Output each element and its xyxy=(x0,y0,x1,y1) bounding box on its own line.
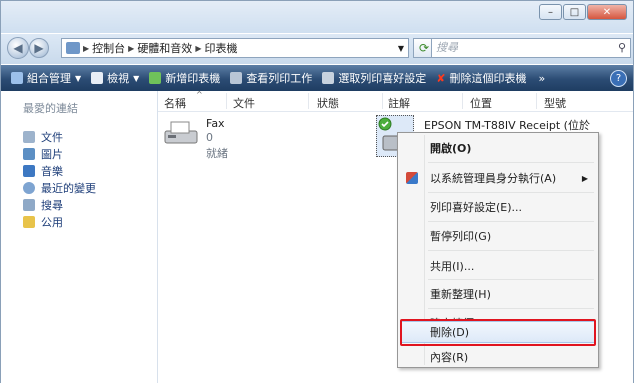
column-location[interactable]: 位置 xyxy=(470,95,492,111)
caption-buttons: – □ ✕ xyxy=(538,4,627,20)
refresh-icon: ⟳ xyxy=(418,41,430,55)
views-icon xyxy=(91,72,104,84)
nav-label: 圖片 xyxy=(41,148,63,161)
documents-icon xyxy=(23,131,35,143)
menu-label: 開啟(O) xyxy=(430,142,472,155)
nav-label: 公用 xyxy=(41,216,63,229)
views-label: 檢視 xyxy=(107,72,130,85)
nav-item-documents[interactable]: 文件 xyxy=(23,129,63,145)
more-commands-button[interactable]: » xyxy=(539,72,546,85)
recent-changes-icon xyxy=(23,182,35,194)
uac-shield-icon xyxy=(406,172,418,184)
fax-status: 就緒 xyxy=(206,147,228,160)
address-dropdown-icon[interactable]: ▼ xyxy=(398,44,404,53)
menu-label: 重新整理(H) xyxy=(430,288,491,301)
nav-item-recent[interactable]: 最近的變更 xyxy=(23,180,96,196)
maximize-button[interactable]: □ xyxy=(563,4,586,20)
navigation-pane: 最愛的連結 文件 圖片 音樂 最近的變更 搜尋 公用 xyxy=(1,91,158,383)
delete-printer-button[interactable]: ✘ 刪除這個印表機 xyxy=(436,70,526,86)
address-bar[interactable]: ▶ 控制台 ▶ 硬體和音效 ▶ 印表機 ▼ xyxy=(61,38,409,58)
submenu-arrow-icon: ▶ xyxy=(581,173,588,183)
nav-item-public[interactable]: 公用 xyxy=(23,214,63,230)
fax-name: Fax xyxy=(206,117,225,130)
add-printer-button[interactable]: 新增印表機 xyxy=(149,70,220,86)
delete-printer-label: 刪除這個印表機 xyxy=(449,72,527,85)
nav-item-music[interactable]: 音樂 xyxy=(23,163,63,179)
menu-item-properties[interactable]: 內容(R) xyxy=(400,346,596,368)
menu-item-sharing[interactable]: 共用(I)... xyxy=(400,255,596,277)
menu-item-refresh[interactable]: 重新整理(H) xyxy=(400,283,596,305)
menu-label: 內容(R) xyxy=(430,351,469,364)
nav-label: 最近的變更 xyxy=(41,182,96,195)
menu-item-printing-preferences[interactable]: 列印喜好設定(E)... xyxy=(400,196,596,218)
printing-preferences-button[interactable]: 選取列印喜好設定 xyxy=(322,70,426,86)
sort-ascending-icon: ^ xyxy=(196,90,203,99)
views-button[interactable]: 檢視 ▼ xyxy=(91,70,139,86)
explorer-window: – □ ✕ ◀ ▶ ▶ 控制台 ▶ 硬體和音效 ▶ 印表機 ▼ ⟳ 搜尋 ⚲ 組… xyxy=(0,0,634,383)
nav-item-pictures[interactable]: 圖片 xyxy=(23,146,63,162)
nav-label: 音樂 xyxy=(41,165,63,178)
address-row: ◀ ▶ ▶ 控制台 ▶ 硬體和音效 ▶ 印表機 ▼ ⟳ 搜尋 ⚲ xyxy=(1,34,633,64)
printer-folder-icon xyxy=(66,42,80,54)
column-documents[interactable]: 文件 xyxy=(233,95,255,111)
see-queue-label: 查看列印工作 xyxy=(246,72,313,85)
search-icon[interactable]: ⚲ xyxy=(618,39,626,57)
breadcrumb-hardware-sound[interactable]: 硬體和音效 xyxy=(137,40,192,56)
dropdown-arrow-icon: ▼ xyxy=(75,73,82,83)
public-folder-icon xyxy=(23,216,35,228)
see-print-queue-button[interactable]: 查看列印工作 xyxy=(230,70,312,86)
column-comments[interactable]: 註解 xyxy=(388,95,410,111)
search-input[interactable]: 搜尋 ⚲ xyxy=(431,38,631,58)
favorite-links-title: 最愛的連結 xyxy=(23,102,78,115)
breadcrumb-printers[interactable]: 印表機 xyxy=(204,40,237,56)
dropdown-arrow-icon: ▼ xyxy=(133,73,140,83)
nav-label: 搜尋 xyxy=(41,199,63,212)
pictures-icon xyxy=(23,148,35,160)
fax-icon xyxy=(164,121,198,144)
forward-arrow-icon: ▶ xyxy=(34,41,44,55)
preferences-icon xyxy=(322,72,335,84)
menu-item-open[interactable]: 開啟(O) xyxy=(400,137,596,159)
epson-name: EPSON TM-T88IV Receipt (位於 xyxy=(424,119,590,132)
print-queue-icon xyxy=(230,72,243,84)
menu-label: 暫停列印(G) xyxy=(430,230,492,243)
breadcrumb-chevron-icon: ▶ xyxy=(83,43,90,53)
nav-item-search[interactable]: 搜尋 xyxy=(23,197,63,213)
menu-label: 列印喜好設定(E)... xyxy=(430,201,523,214)
column-name[interactable]: 名稱 xyxy=(164,95,186,111)
nav-label: 文件 xyxy=(41,131,63,144)
title-bar: – □ ✕ xyxy=(1,1,633,33)
music-icon xyxy=(23,165,35,177)
delete-annotation-box xyxy=(400,319,596,346)
minimize-button[interactable]: – xyxy=(539,4,562,20)
back-arrow-icon: ◀ xyxy=(13,41,23,55)
column-status[interactable]: 狀態 xyxy=(317,95,339,111)
back-button[interactable]: ◀ xyxy=(7,37,29,59)
add-printer-icon xyxy=(149,72,162,84)
help-icon[interactable]: ? xyxy=(610,70,627,87)
preferences-label: 選取列印喜好設定 xyxy=(338,72,427,85)
breadcrumb-chevron-icon: ▶ xyxy=(195,43,202,53)
breadcrumb-control-panel[interactable]: 控制台 xyxy=(92,40,125,56)
organize-label: 組合管理 xyxy=(27,72,71,85)
close-button[interactable]: ✕ xyxy=(587,4,627,20)
delete-x-icon: ✘ xyxy=(436,71,446,85)
organize-icon xyxy=(11,72,23,84)
column-header-row: 名稱 ^ 文件 狀態 註解 位置 型號 xyxy=(158,90,633,112)
add-printer-label: 新增印表機 xyxy=(165,72,221,85)
fax-doc-count: 0 xyxy=(206,131,213,144)
forward-button[interactable]: ▶ xyxy=(29,38,49,58)
menu-item-run-as-admin[interactable]: 以系統管理員身分執行(A) ▶ xyxy=(400,167,596,189)
breadcrumb-chevron-icon: ▶ xyxy=(128,43,135,53)
menu-label: 以系統管理員身分執行(A) xyxy=(430,172,557,185)
search-folder-icon xyxy=(23,199,35,211)
more-chevron-icon: » xyxy=(538,71,546,85)
command-bar: 組合管理 ▼ 檢視 ▼ 新增印表機 查看列印工作 選取列印喜好設定 ✘ 刪除這個印表機… xyxy=(1,65,633,91)
menu-label: 共用(I)... xyxy=(430,260,475,273)
search-placeholder: 搜尋 xyxy=(436,41,458,54)
menu-item-pause-printing[interactable]: 暫停列印(G) xyxy=(400,225,596,247)
organize-button[interactable]: 組合管理 ▼ xyxy=(11,70,81,86)
column-model[interactable]: 型號 xyxy=(544,95,566,111)
